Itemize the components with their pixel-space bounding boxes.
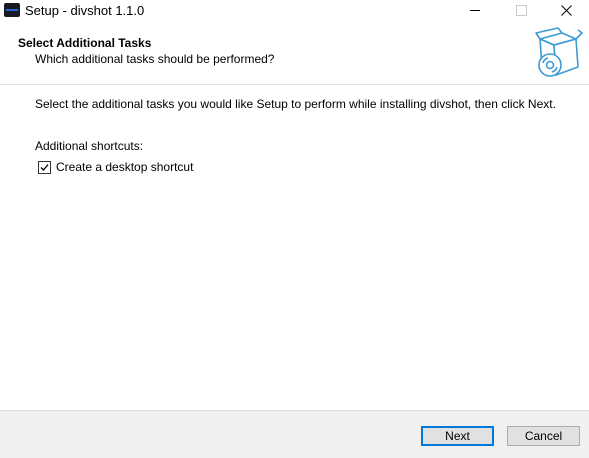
header-separator — [0, 84, 589, 85]
shortcuts-group-label: Additional shortcuts: — [35, 139, 144, 153]
desktop-shortcut-task[interactable]: Create a desktop shortcut — [38, 159, 193, 175]
wizard-header: Select Additional Tasks Which additional… — [0, 21, 589, 84]
desktop-shortcut-checkbox[interactable] — [38, 160, 51, 174]
maximize-button[interactable] — [498, 0, 544, 21]
app-icon — [4, 3, 20, 17]
window-title: Setup - divshot 1.1.0 — [25, 3, 145, 18]
minimize-icon — [470, 10, 480, 11]
close-icon — [560, 5, 572, 16]
instruction-text: Select the additional tasks you would li… — [35, 97, 556, 111]
wizard-footer: Next Cancel — [0, 410, 589, 458]
page-title: Select Additional Tasks — [18, 36, 152, 50]
software-box-cd-icon — [535, 27, 583, 77]
page-subtitle: Which additional tasks should be perform… — [35, 52, 275, 66]
title-bar: Setup - divshot 1.1.0 — [0, 0, 589, 21]
minimize-button[interactable] — [452, 0, 498, 21]
checkmark-icon — [40, 163, 49, 171]
close-button[interactable] — [543, 0, 589, 21]
maximize-icon — [515, 5, 527, 16]
cancel-button[interactable]: Cancel — [507, 426, 580, 446]
next-button[interactable]: Next — [421, 426, 494, 446]
desktop-shortcut-label: Create a desktop shortcut — [56, 160, 194, 174]
